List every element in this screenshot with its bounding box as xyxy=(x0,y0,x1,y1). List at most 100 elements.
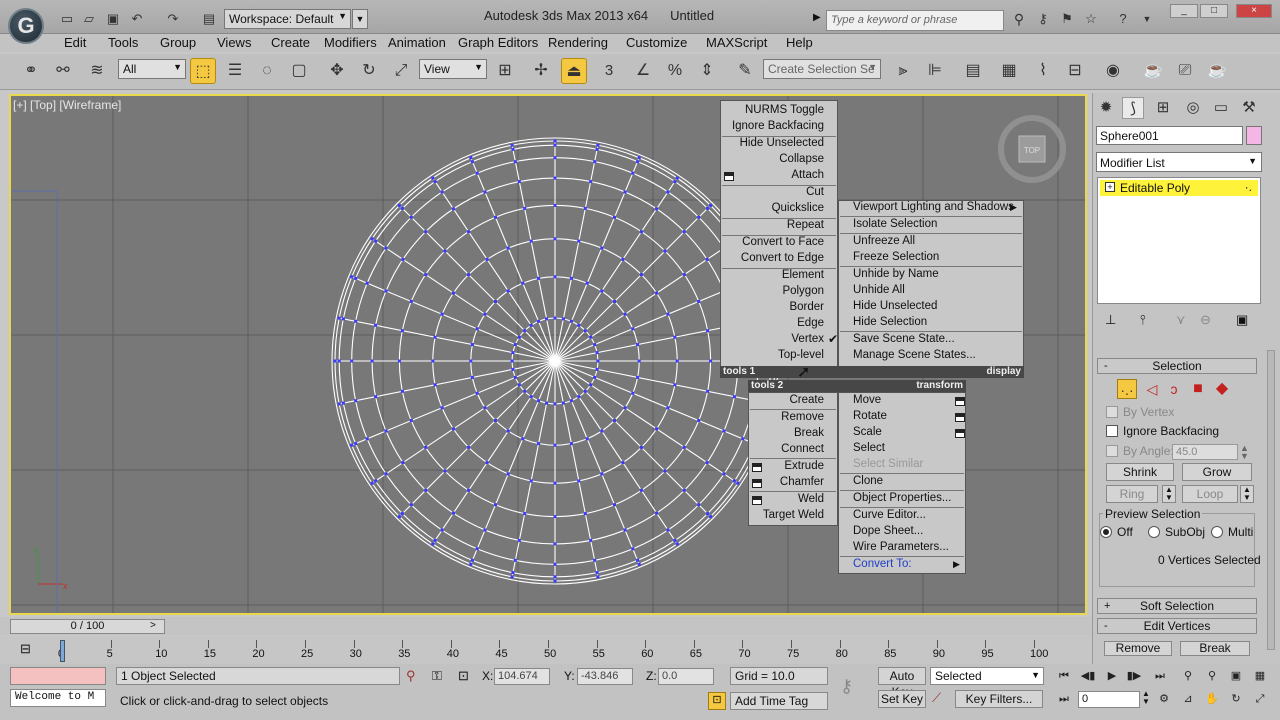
quad-select[interactable]: Select xyxy=(853,442,885,454)
key-tangent-icon[interactable]: ⟋ xyxy=(932,690,941,706)
menu-edit[interactable]: Edit xyxy=(64,35,86,50)
align-icon[interactable]: ⊫ xyxy=(922,58,948,84)
quad-polygon[interactable]: Polygon xyxy=(782,285,824,297)
reference-coordinate-dropdown[interactable]: View ▼ xyxy=(419,59,487,79)
bind-space-warp-icon[interactable]: ≋ xyxy=(84,58,110,84)
quad-hide-unselected-display[interactable]: Hide Unselected xyxy=(853,300,937,312)
set-key-icon[interactable]: ⚷ xyxy=(840,676,853,697)
quad-attach[interactable]: Attach xyxy=(791,169,824,181)
mini-curve-editor-icon[interactable]: ⊟ xyxy=(20,641,40,657)
render-production-icon[interactable]: ☕ xyxy=(1204,58,1230,84)
by-vertex-checkbox[interactable] xyxy=(1106,406,1118,418)
isolate-selection-icon[interactable]: ⚲ xyxy=(406,668,416,684)
quad-edge[interactable]: Edge xyxy=(797,317,824,329)
named-selection-sets-dropdown[interactable]: Create Selection Se ▼ xyxy=(763,59,881,79)
modifier-list-dropdown[interactable]: Modifier List ▼ xyxy=(1096,152,1262,172)
expand-plus-icon[interactable]: + xyxy=(1105,182,1115,192)
maxscript-listener-pink[interactable] xyxy=(10,667,106,685)
quad-element[interactable]: Element xyxy=(782,269,824,281)
menu-maxscript[interactable]: MAXScript xyxy=(706,35,767,50)
loop-button[interactable]: Loop xyxy=(1182,485,1238,503)
menu-tools[interactable]: Tools xyxy=(108,35,138,50)
select-and-rotate-icon[interactable]: ↻ xyxy=(356,58,382,84)
expand-search-icon[interactable]: ▶ xyxy=(813,12,821,23)
zoom-all-icon[interactable]: ⚲ xyxy=(1202,667,1222,685)
quad-move[interactable]: Move xyxy=(853,394,881,406)
menu-views[interactable]: Views xyxy=(217,35,251,50)
help-icon[interactable]: ? xyxy=(1114,10,1132,28)
quad-remove[interactable]: Remove xyxy=(781,411,824,423)
ignore-backfacing-checkbox[interactable] xyxy=(1106,425,1118,437)
zoom-icon[interactable]: ⚲ xyxy=(1178,667,1198,685)
quad-curve-editor[interactable]: Curve Editor... xyxy=(853,509,926,521)
quad-collapse[interactable]: Collapse xyxy=(779,153,824,165)
grow-button[interactable]: Grow xyxy=(1182,463,1252,481)
curve-editor-icon[interactable]: ⌇ xyxy=(1030,58,1056,84)
preview-multi-radio[interactable] xyxy=(1211,526,1223,538)
menu-animation[interactable]: Animation xyxy=(388,35,446,50)
quad-object-properties[interactable]: Object Properties... xyxy=(853,492,951,504)
scale-settings-icon[interactable] xyxy=(955,429,965,438)
absolute-mode-icon[interactable]: ⊡ xyxy=(458,668,469,684)
shrink-button[interactable]: Shrink xyxy=(1106,463,1174,481)
quad-convert-to-edge[interactable]: Convert to Edge xyxy=(741,252,824,264)
quad-cut[interactable]: Cut xyxy=(806,186,824,198)
configure-sets-icon[interactable]: ▣ xyxy=(1236,312,1248,328)
quad-top-level[interactable]: Top-level xyxy=(778,349,824,361)
play-icon[interactable]: ▶ xyxy=(1102,667,1122,685)
selection-filter-dropdown[interactable]: All ▼ xyxy=(118,59,186,79)
maxscript-mini-listener[interactable]: Welcome to M xyxy=(10,689,106,707)
move-settings-icon[interactable] xyxy=(955,397,965,406)
workspace-dropdown[interactable]: Workspace: Default ▼ xyxy=(224,9,351,29)
snaps-toggle-icon[interactable]: 3 xyxy=(596,58,622,84)
window-crossing-icon[interactable]: ▢ xyxy=(286,58,312,84)
undo-icon[interactable]: ↶ xyxy=(128,10,146,28)
vertex-subobject-icon[interactable]: ·.· xyxy=(1117,379,1137,399)
selection-region-icon[interactable]: ◌ xyxy=(254,58,280,84)
quad-vertex[interactable]: Vertex xyxy=(791,333,824,345)
quad-save-scene-state[interactable]: Save Scene State... xyxy=(853,333,955,345)
add-time-tag-button[interactable]: Add Time Tag xyxy=(730,692,828,710)
angle-snap-icon[interactable]: ∠ xyxy=(630,58,656,84)
unlink-icon[interactable]: ⚯ xyxy=(50,58,76,84)
window-minimize-button[interactable]: _ xyxy=(1170,4,1198,18)
current-frame-field[interactable]: 0 xyxy=(1078,691,1140,708)
quad-hide-unselected[interactable]: Hide Unselected xyxy=(740,137,824,149)
current-frame-marker[interactable] xyxy=(60,640,65,662)
app-logo-button[interactable]: G xyxy=(8,8,44,44)
quad-unhide-all[interactable]: Unhide All xyxy=(853,284,905,296)
weld-settings-icon[interactable] xyxy=(752,496,762,505)
quad-convert-to[interactable]: Convert To: xyxy=(853,558,912,570)
favorites-star-icon[interactable]: ☆ xyxy=(1082,10,1100,28)
quad-clone[interactable]: Clone xyxy=(853,475,883,487)
new-file-icon[interactable]: ▭ xyxy=(58,10,76,28)
x-coord-field[interactable]: 104.674 xyxy=(494,668,550,685)
window-close-button[interactable]: × xyxy=(1236,4,1272,18)
selection-rollout-header[interactable]: - Selection xyxy=(1097,358,1257,374)
redo-icon[interactable]: ↷ xyxy=(164,10,182,28)
quad-wire-parameters[interactable]: Wire Parameters... xyxy=(853,541,949,553)
time-tag-icon[interactable]: ⊡ xyxy=(708,692,726,710)
keyboard-shortcut-override-icon[interactable]: ⏏ xyxy=(561,58,587,84)
select-by-name-icon[interactable]: ☰ xyxy=(222,58,248,84)
go-to-start-icon[interactable]: ⏮ xyxy=(1054,667,1074,685)
quad-dope-sheet[interactable]: Dope Sheet... xyxy=(853,525,923,537)
quad-create[interactable]: Create xyxy=(789,394,824,406)
modify-tab-icon[interactable]: ⟆ xyxy=(1122,97,1144,119)
next-frame-icon[interactable]: > xyxy=(150,620,156,631)
attach-settings-icon[interactable] xyxy=(724,172,734,181)
workspace-menu-button[interactable]: ▼ xyxy=(352,9,368,29)
quad-weld[interactable]: Weld xyxy=(798,493,824,505)
select-and-move-icon[interactable]: ✥ xyxy=(324,58,350,84)
loop-spinner-icon[interactable]: ▲ ▼ xyxy=(1240,485,1254,503)
preview-off-radio[interactable] xyxy=(1100,526,1112,538)
open-file-icon[interactable]: ▱ xyxy=(80,10,98,28)
rotate-settings-icon[interactable] xyxy=(955,413,965,422)
menu-group[interactable]: Group xyxy=(160,35,196,50)
quad-extrude[interactable]: Extrude xyxy=(784,460,824,472)
edge-subobject-icon[interactable]: ◁ xyxy=(1142,379,1162,399)
command-panel-scrollbar[interactable] xyxy=(1267,350,1275,650)
quad-target-weld[interactable]: Target Weld xyxy=(763,509,824,521)
by-angle-spinner-icon[interactable]: ▲ ▼ xyxy=(1240,444,1249,461)
menu-modifiers[interactable]: Modifiers xyxy=(324,35,377,50)
